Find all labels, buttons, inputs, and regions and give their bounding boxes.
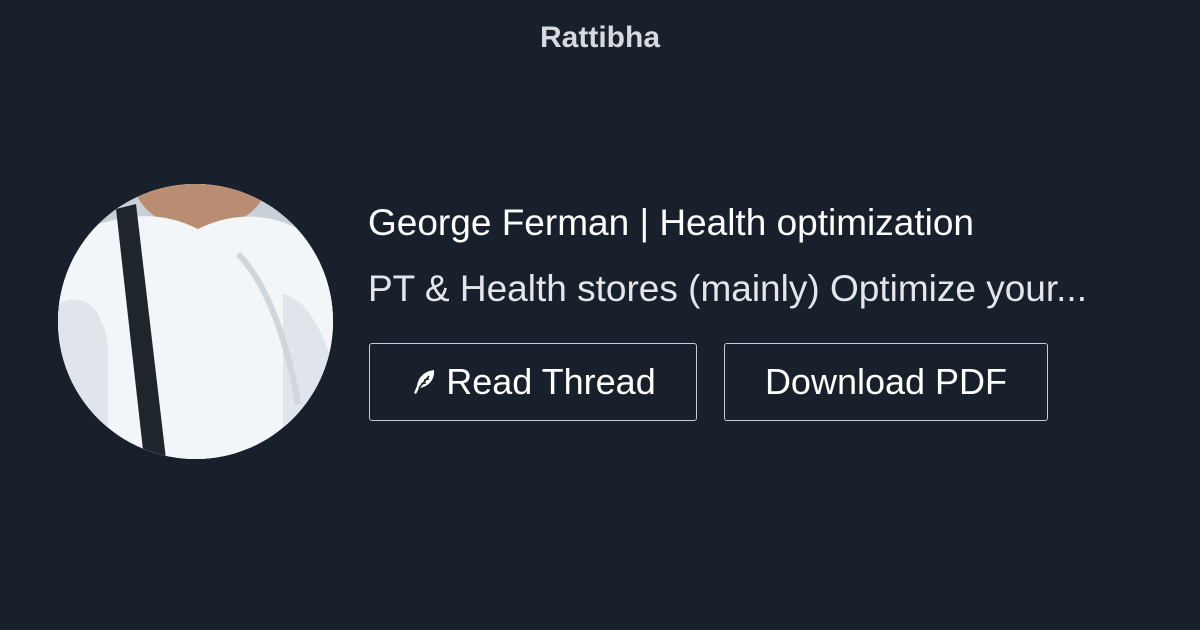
- profile-info: George Ferman | Health optimization PT &…: [368, 200, 1168, 312]
- thread-preview-card: Rattibha George Ferman | Health optimiza…: [0, 0, 1200, 630]
- read-thread-button[interactable]: Read Thread: [369, 343, 697, 421]
- read-thread-label: Read Thread: [446, 361, 656, 402]
- profile-description: PT & Health stores (mainly) Optimize you…: [368, 268, 1087, 309]
- download-pdf-label: Download PDF: [764, 361, 1008, 402]
- avatar: [58, 184, 333, 459]
- brand-title: Rattibha: [540, 21, 660, 54]
- avatar-image: [58, 184, 333, 459]
- feather-icon: [410, 367, 440, 397]
- download-pdf-button[interactable]: Download PDF: [724, 343, 1048, 421]
- action-buttons: Read Thread Download PDF: [369, 343, 1048, 421]
- profile-title: George Ferman | Health optimization: [368, 202, 975, 243]
